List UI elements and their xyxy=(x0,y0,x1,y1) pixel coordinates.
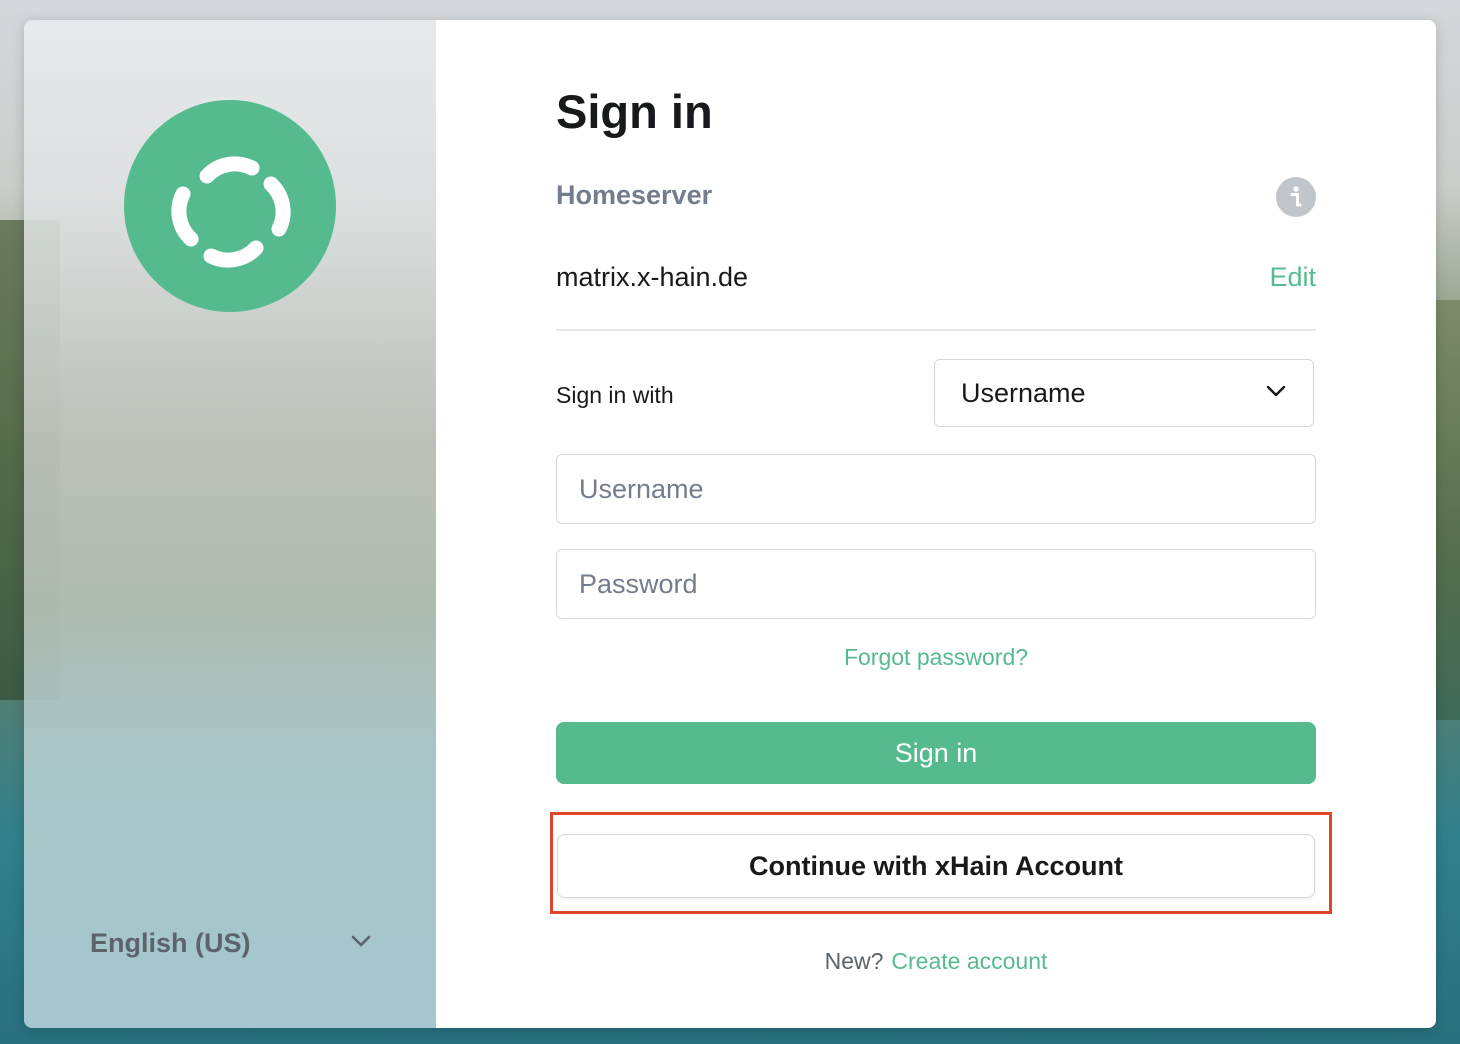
edit-homeserver-link[interactable]: Edit xyxy=(1269,262,1316,293)
new-user-label: New? xyxy=(824,948,884,974)
sign-in-button[interactable]: Sign in xyxy=(556,722,1316,784)
chevron-down-icon xyxy=(1265,384,1287,403)
sign-in-method-select[interactable]: Username xyxy=(934,359,1314,427)
element-logo-glyph xyxy=(171,156,291,268)
language-selector[interactable]: English (US) xyxy=(90,922,372,964)
create-account-prompt: New? Create account xyxy=(556,948,1316,975)
homeserver-label: Homeserver xyxy=(556,180,713,210)
create-account-link[interactable]: Create account xyxy=(891,948,1047,974)
sign-in-method-value: Username xyxy=(961,377,1086,408)
auth-body: Sign in Homeserver matrix.x-hain.de Edit… xyxy=(436,20,1436,1028)
auth-sidebar: English (US) xyxy=(24,20,436,1028)
chevron-down-icon xyxy=(350,934,372,953)
element-logo-icon xyxy=(124,100,336,312)
forgot-password-link[interactable]: Forgot password? xyxy=(556,644,1316,671)
password-input[interactable] xyxy=(556,549,1316,619)
language-label: English (US) xyxy=(90,927,251,958)
auth-dialog: English (US) Sign in Homeserver matrix.x… xyxy=(24,20,1436,1028)
homeserver-name: matrix.x-hain.de xyxy=(556,262,749,292)
sign-in-with-label: Sign in with xyxy=(556,382,674,408)
divider xyxy=(556,329,1316,331)
sso-continue-button[interactable]: Continue with xHain Account xyxy=(557,834,1315,898)
info-icon[interactable] xyxy=(1276,177,1316,217)
username-input[interactable] xyxy=(556,454,1316,524)
page-title: Sign in xyxy=(556,85,713,138)
